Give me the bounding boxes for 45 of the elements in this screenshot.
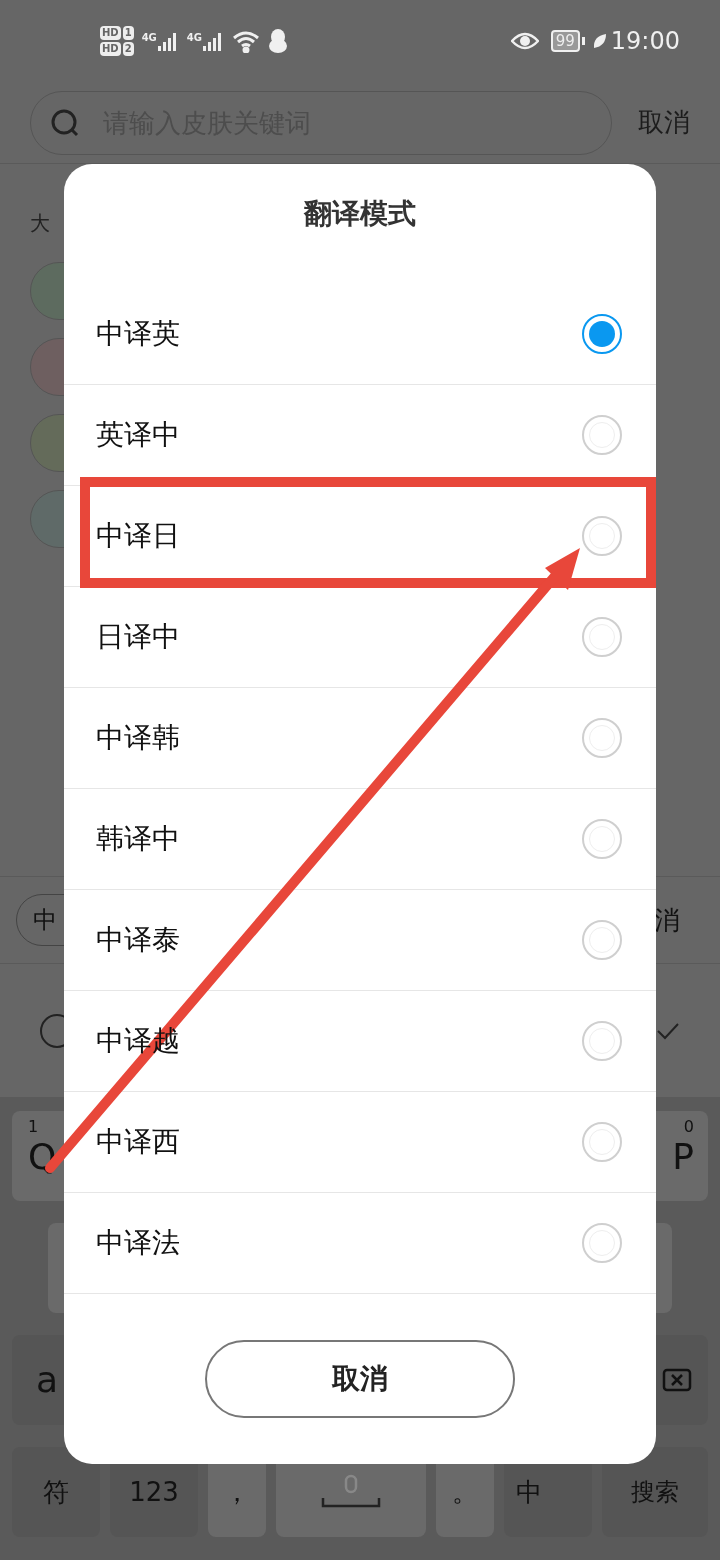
radio-button[interactable] <box>582 718 622 758</box>
network-label: 4G <box>141 31 157 45</box>
option-row[interactable]: 中译泰 <box>64 890 656 991</box>
option-row[interactable]: 中译法 <box>64 1193 656 1294</box>
radio-button[interactable] <box>582 415 622 455</box>
radio-button[interactable] <box>582 516 622 556</box>
leaf-icon <box>592 33 607 49</box>
option-row[interactable]: 英译中 <box>64 385 656 486</box>
sim-label: HD 2 <box>100 42 134 56</box>
signal-icon <box>156 30 179 52</box>
wifi-icon <box>232 29 260 53</box>
search-icon <box>50 107 80 138</box>
option-label: 韩译中 <box>96 821 180 857</box>
radio-button[interactable] <box>582 1021 622 1061</box>
option-label: 中译法 <box>96 1225 180 1261</box>
dialog-title: 翻译模式 <box>304 196 416 232</box>
radio-button[interactable] <box>582 920 622 960</box>
penguin-icon <box>268 29 288 53</box>
option-label: 英译中 <box>96 417 180 453</box>
microphone-icon <box>321 1474 381 1510</box>
radio-button[interactable] <box>582 819 622 859</box>
option-row[interactable]: 韩译中 <box>64 789 656 890</box>
radio-button[interactable] <box>582 617 622 657</box>
option-label: 中译英 <box>96 316 180 352</box>
network-label: 4G <box>186 31 202 45</box>
option-row[interactable]: 中译英 <box>64 284 656 385</box>
option-label: 日译中 <box>96 619 180 655</box>
cancel-button[interactable]: 取消 <box>205 1340 515 1418</box>
option-label: 中译日 <box>96 518 180 554</box>
radio-button[interactable] <box>582 1223 622 1263</box>
sim-label: HD 1 <box>100 26 134 40</box>
backspace-icon <box>662 1368 692 1392</box>
section-label: 大 <box>30 210 50 237</box>
option-row[interactable]: 日译中 <box>64 587 656 688</box>
option-row[interactable]: 中译西 <box>64 1092 656 1193</box>
option-label: 中译泰 <box>96 922 180 958</box>
option-row[interactable]: 中译韩 <box>64 688 656 789</box>
eye-icon <box>510 31 539 51</box>
cancel-text: 消 <box>654 903 680 937</box>
battery-indicator: 99 <box>550 30 580 52</box>
radio-button[interactable] <box>582 314 622 354</box>
option-label: 中译韩 <box>96 720 180 756</box>
clock-time: 19:00 <box>610 26 680 57</box>
radio-button[interactable] <box>582 1122 622 1162</box>
signal-icon <box>202 30 224 52</box>
